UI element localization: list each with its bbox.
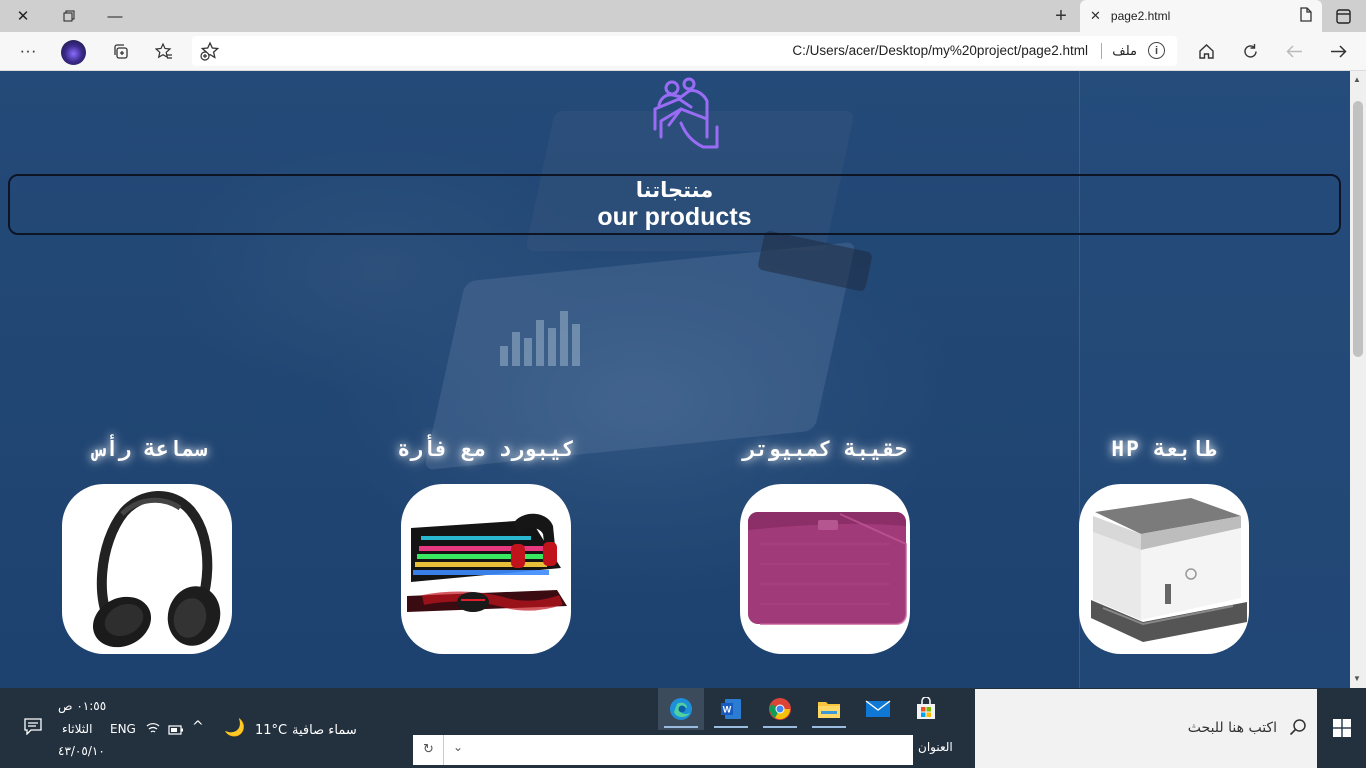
background-chart-graphic	[500, 311, 584, 366]
products-banner: منتجاتنا our products	[8, 174, 1341, 235]
product-card-keyboard[interactable]: كيبورد مع فأرة	[366, 437, 606, 461]
collections-icon[interactable]	[105, 36, 135, 66]
scroll-up-icon[interactable]: ▲	[1353, 75, 1361, 84]
taskbar-store[interactable]	[903, 688, 949, 730]
browser-toolbar: ··· C:/Users/acer/Desktop/my%20project/p…	[0, 32, 1366, 71]
battery-icon[interactable]	[168, 724, 184, 738]
taskbar-edge[interactable]	[658, 688, 704, 730]
product-image-keyboard[interactable]	[401, 484, 571, 654]
taskbar-chrome[interactable]	[757, 688, 803, 730]
product-card-printer[interactable]: طابعة HP	[1044, 437, 1284, 461]
address-url: C:/Users/acer/Desktop/my%20project/page2…	[792, 43, 1088, 58]
new-tab-icon[interactable]: +	[1046, 0, 1076, 32]
scroll-thumb[interactable]	[1353, 101, 1363, 357]
active-indicator	[812, 726, 846, 728]
start-button[interactable]	[1318, 688, 1366, 768]
address-bar[interactable]: C:/Users/acer/Desktop/my%20project/page2…	[192, 36, 1177, 66]
address-scheme-label: ملف	[1112, 43, 1137, 58]
restore-icon[interactable]	[46, 0, 92, 32]
tab-close-icon[interactable]: ✕	[1090, 8, 1101, 24]
language-indicator[interactable]: ENG	[110, 722, 136, 736]
chevron-up-icon[interactable]: ^	[192, 719, 204, 735]
product-title: حقيبة كمبيوتر	[742, 437, 908, 461]
favorites-icon[interactable]	[149, 36, 179, 66]
page-viewport: منتجاتنا our products سماعة رأس كيبورد م…	[0, 71, 1350, 688]
active-indicator	[714, 726, 748, 728]
chevron-down-icon[interactable]: ⌄	[453, 740, 463, 754]
product-title: طابعة HP	[1111, 437, 1217, 461]
minimize-icon[interactable]: —	[92, 0, 138, 32]
avatar[interactable]	[61, 40, 86, 65]
home-icon[interactable]	[1191, 36, 1221, 66]
add-favorite-icon[interactable]	[200, 41, 220, 61]
page-scrollbar[interactable]: ▲ ▼	[1350, 71, 1366, 688]
browser-tab[interactable]: ✕ page2.html	[1080, 0, 1322, 32]
clock-day[interactable]: الثلاثاء	[62, 722, 92, 736]
clock-time[interactable]: ٠١:٥٥ ص	[58, 699, 106, 713]
notifications-icon[interactable]	[24, 718, 42, 738]
svg-text:W: W	[723, 705, 732, 715]
tab-title: page2.html	[1110, 9, 1171, 23]
windows-taskbar: ٠١:٥٥ ص الثلاثاء ٤٣/٠٥/١٠ ENG ^ 🌙 11°C س…	[0, 688, 1366, 768]
tab-actions-icon[interactable]	[1328, 0, 1358, 32]
weather-temperature[interactable]: 11°C	[255, 723, 287, 738]
weather-condition[interactable]: سماء صافية	[292, 723, 357, 738]
active-indicator	[664, 726, 698, 728]
taskbar-search-box[interactable]: اكتب هنا للبحث	[975, 689, 1317, 768]
product-title: سماعة رأس	[93, 437, 207, 461]
product-image-laptop-bag[interactable]	[740, 484, 910, 654]
divider	[443, 735, 444, 765]
search-icon	[1289, 718, 1307, 736]
refresh-icon[interactable]	[1235, 36, 1265, 66]
tab-bar: ✕ — + ✕ page2.html	[0, 0, 1366, 32]
site-logo-icon	[651, 77, 721, 153]
page-icon	[1300, 7, 1312, 25]
info-icon[interactable]: i	[1148, 42, 1165, 59]
moon-icon[interactable]: 🌙	[224, 718, 245, 738]
taskbar-address-label: العنوان	[918, 740, 953, 754]
product-card-headphones[interactable]: سماعة رأس	[30, 437, 270, 461]
product-card-laptop-bag[interactable]: حقيبة كمبيوتر	[705, 437, 945, 461]
go-icon[interactable]: ↻	[423, 741, 434, 757]
taskbar-word[interactable]: W	[708, 688, 754, 730]
close-icon[interactable]: ✕	[0, 0, 46, 32]
page-title: our products	[597, 203, 752, 231]
back-icon[interactable]	[1279, 36, 1309, 66]
taskbar-address-input[interactable]: ↻ ⌄	[413, 735, 913, 765]
search-placeholder: اكتب هنا للبحث	[1187, 720, 1277, 736]
page-title-arabic: منتجاتنا	[635, 178, 714, 202]
taskbar-mail[interactable]	[855, 688, 901, 730]
wifi-icon[interactable]	[146, 722, 160, 737]
clock-date[interactable]: ٤٣/٠٥/١٠	[58, 744, 105, 758]
taskbar-file-explorer[interactable]	[806, 688, 852, 730]
address-divider	[1101, 43, 1102, 59]
product-title: كيبورد مع فأرة	[397, 437, 575, 461]
active-indicator	[763, 726, 797, 728]
scroll-down-icon[interactable]: ▼	[1353, 674, 1361, 683]
windows-logo-icon	[1333, 719, 1351, 737]
product-image-headphones[interactable]	[62, 484, 232, 654]
more-icon[interactable]: ···	[13, 36, 43, 66]
forward-icon[interactable]	[1323, 36, 1353, 66]
product-image-printer[interactable]	[1079, 484, 1249, 654]
